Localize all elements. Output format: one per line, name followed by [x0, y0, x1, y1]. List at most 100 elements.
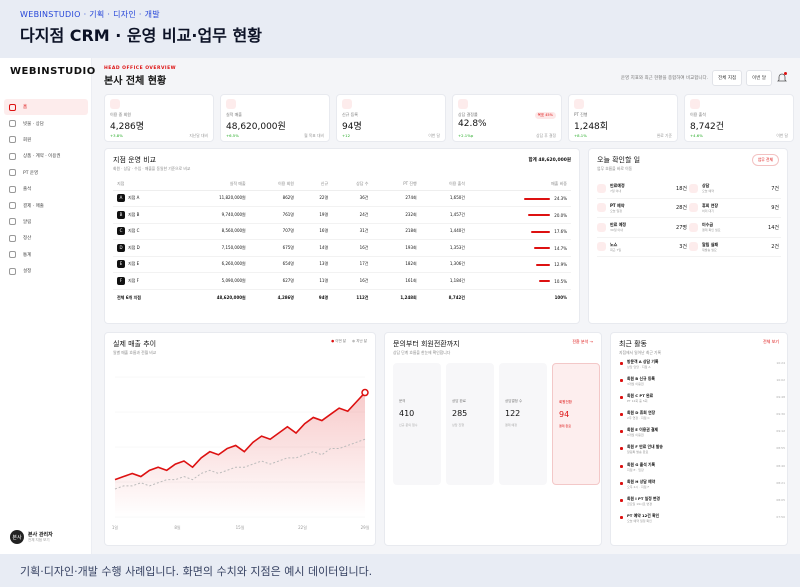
todo-label: 알림 실패	[702, 241, 719, 247]
sidebar-item-9[interactable]: 통계	[4, 247, 88, 263]
kpi-delta: +3.8%	[110, 133, 123, 138]
activity-sub: PT 12회 중 5회	[627, 399, 648, 404]
cell-pt: 182회	[372, 256, 421, 273]
sidebar-item-1[interactable]: 빗물 · 상담	[4, 115, 88, 131]
kpi-label: 신규 등록	[342, 112, 358, 117]
cell-pt: 274회	[372, 190, 421, 207]
sidebar-item-0[interactable]: 홈	[4, 99, 88, 116]
nav-icon	[9, 202, 16, 210]
todo-item[interactable]: 노쇼 최근 7일 3건	[597, 238, 689, 257]
cell-members: 675명	[249, 239, 298, 257]
logo: WEBINSTUDIO	[10, 66, 96, 77]
table-row[interactable]: A 지점 A 11,820,000원 862명 22명 36건 274회 1,650건 24.3…	[113, 190, 571, 207]
activity-item[interactable]: 회원 C PT 완료 PT 12회 중 5회 09:48	[619, 393, 785, 410]
activity-sub: 오늘 예약 일정 확인	[627, 518, 652, 523]
sidebar-item-label: 알림	[23, 219, 32, 225]
table-row[interactable]: D 지점 D 7,150,000원 675명 14명 16건 193회 1,353건 14.7%	[113, 239, 571, 257]
funnel-step: 상담 완료 285 상담 진행	[446, 363, 494, 485]
sidebar-item-4[interactable]: PT 운영	[4, 165, 88, 181]
sidebar-item-10[interactable]: 설정	[4, 263, 88, 279]
activity-time: 09:30	[776, 412, 785, 417]
activity-sub: 오후 2시 · 지점 F	[627, 484, 650, 489]
share-wrap: 24.3%	[523, 196, 567, 201]
todo-item[interactable]: 휴회 연장 처리 대기 9건	[689, 199, 781, 218]
todo-item[interactable]: 만료 예정 30일 이내 27명	[597, 218, 689, 237]
bell-icon[interactable]	[776, 72, 788, 84]
branch-filter-button[interactable]: 전체 지점	[712, 70, 743, 86]
todo-value: 9건	[771, 205, 779, 212]
nav-icon	[9, 136, 16, 144]
todo-item[interactable]: PT 예약 오늘 일정 28건	[597, 199, 689, 218]
sidebar-item-3[interactable]: 상품 · 계약 · 이용권	[4, 148, 88, 164]
nav-icon	[9, 103, 16, 111]
activity-all-link[interactable]: 전체 보기	[763, 339, 779, 345]
sidebar-item-6[interactable]: 결제 · 매출	[4, 197, 88, 213]
cell-members: 761명	[249, 206, 298, 224]
sidebar-item-label: 빗물 · 상담	[23, 121, 44, 127]
todo-item[interactable]: 알림 실패 재발송 필요 2건	[689, 238, 781, 257]
todo-card: 오늘 확인할 일 업무 흐름을 바로 이동 업무 전체 만료예정 7일 이내 18건…	[588, 148, 788, 324]
table-row[interactable]: E 지점 E 6,260,000원 654명 13명 17건 182회 1,306건 12.9%	[113, 256, 571, 273]
todo-title: 오늘 확인할 일	[597, 156, 641, 164]
case-title: 다지점 CRM · 운영 비교·업무 현황	[20, 26, 262, 45]
activity-time: 07:50	[776, 514, 785, 519]
kpi-delta: +12	[342, 133, 351, 138]
kpi-delta: +8.1%	[574, 133, 587, 138]
activity-item[interactable]: 방문객 A 상담 기록 상담 담당 · 지점 A 10:24	[619, 359, 785, 376]
todo-item[interactable]: 만료예정 7일 이내 18건	[597, 179, 689, 198]
activity-item[interactable]: 회원 I PT 일정 변경 금요일 19시로 변경 08:05	[619, 496, 785, 513]
user-profile[interactable]: 본사 본사 관리자 전체 지점 보기	[10, 530, 53, 544]
branch-badge: B	[117, 210, 125, 219]
nav-icon	[9, 120, 16, 128]
branch-cell: F 지점 F	[113, 272, 177, 290]
activity-dot	[620, 498, 623, 502]
activity-time: 08:05	[776, 497, 785, 502]
activity-item[interactable]: 회원 H 상담 예약 오후 2시 · 지점 F 08:21	[619, 479, 785, 496]
table-row[interactable]: F 지점 F 5,090,000원 627명 11명 16건 161회 1,184건 10.5%	[113, 272, 571, 290]
period-filter-button[interactable]: 이번 달	[746, 70, 772, 86]
nav-icon	[9, 152, 16, 160]
activity-item[interactable]: PT 예약 12건 확인 오늘 예약 일정 확인 07:50	[619, 513, 785, 530]
todo-all-button[interactable]: 업무 전체	[751, 154, 779, 166]
cell-members: 654명	[249, 256, 298, 273]
todo-sub: 재발송 필요	[702, 247, 717, 252]
total-consult: 112건	[356, 294, 369, 300]
share-wrap: 20.0%	[528, 213, 567, 218]
funnel-analysis-link[interactable]: 전환 분석 →	[572, 339, 593, 345]
cell-new: 22명	[297, 190, 333, 207]
todo-icon	[597, 183, 606, 193]
x-tick-label: 15일	[236, 524, 245, 530]
kpi-value: 8,742건	[690, 122, 725, 132]
funnel-step-label: 상담결정 수	[505, 399, 523, 403]
funnel-step-sub: 결제 완료	[559, 424, 571, 428]
cell-att: 1,440건	[420, 223, 469, 240]
activity-item[interactable]: 회원 F 만료 안내 발송 알림톡 발송 완료 08:55	[619, 444, 785, 461]
activity-item[interactable]: 회원 E 이용권 결제 6개월 이용권 09:12	[619, 427, 785, 444]
activity-dot	[620, 379, 623, 383]
case-subtitle: WEBINSTUDIO · 기획 · 디자인 · 개발	[20, 10, 160, 19]
todo-sub: 7일 이내	[610, 189, 622, 194]
share-value: 17.6%	[554, 229, 567, 234]
sidebar-item-8[interactable]: 정산	[4, 230, 88, 246]
trend-legend: ● 이번 달 ● 지난 달	[331, 339, 367, 344]
branch-name: 지점 D	[128, 244, 140, 250]
todo-item[interactable]: 상담 오늘 예약 7건	[689, 179, 781, 198]
funnel-step-sub: 결제 예정	[505, 423, 517, 427]
activity-item[interactable]: 회원 G 출석 기록 지점 E · 입장 08:40	[619, 462, 785, 479]
kpi-icon	[574, 99, 584, 109]
nav-icon	[9, 185, 16, 193]
activity-sub: 금요일 19시로 변경	[627, 501, 653, 506]
legend-last-month: ● 지난 달	[352, 339, 367, 343]
activity-item[interactable]: 회원 D 휴회 연장 2주 연장 · 지점 C 09:30	[619, 410, 785, 427]
branch-cell: E 지점 E	[113, 256, 177, 273]
todo-item[interactable]: 미수금 결제 확인 필요 14건	[689, 218, 781, 237]
table-row[interactable]: C 지점 C 8,560,000원 707명 16명 31건 218회 1,440건 17.6%	[113, 223, 571, 240]
sidebar-item-2[interactable]: 회원	[4, 132, 88, 148]
kpi-label: 실적 매출	[226, 112, 242, 117]
sidebar-item-5[interactable]: 출석	[4, 181, 88, 197]
table-header: 이용 회원	[249, 179, 298, 191]
table-row[interactable]: B 지점 B 9,740,000원 761명 19명 24건 232회 1,457건 20.0%	[113, 206, 571, 224]
activity-item[interactable]: 회원 B 신규 등록 3개월 이용권 10:02	[619, 376, 785, 393]
sidebar-item-7[interactable]: 알림	[4, 214, 88, 230]
cell-att: 1,650건	[420, 190, 469, 207]
